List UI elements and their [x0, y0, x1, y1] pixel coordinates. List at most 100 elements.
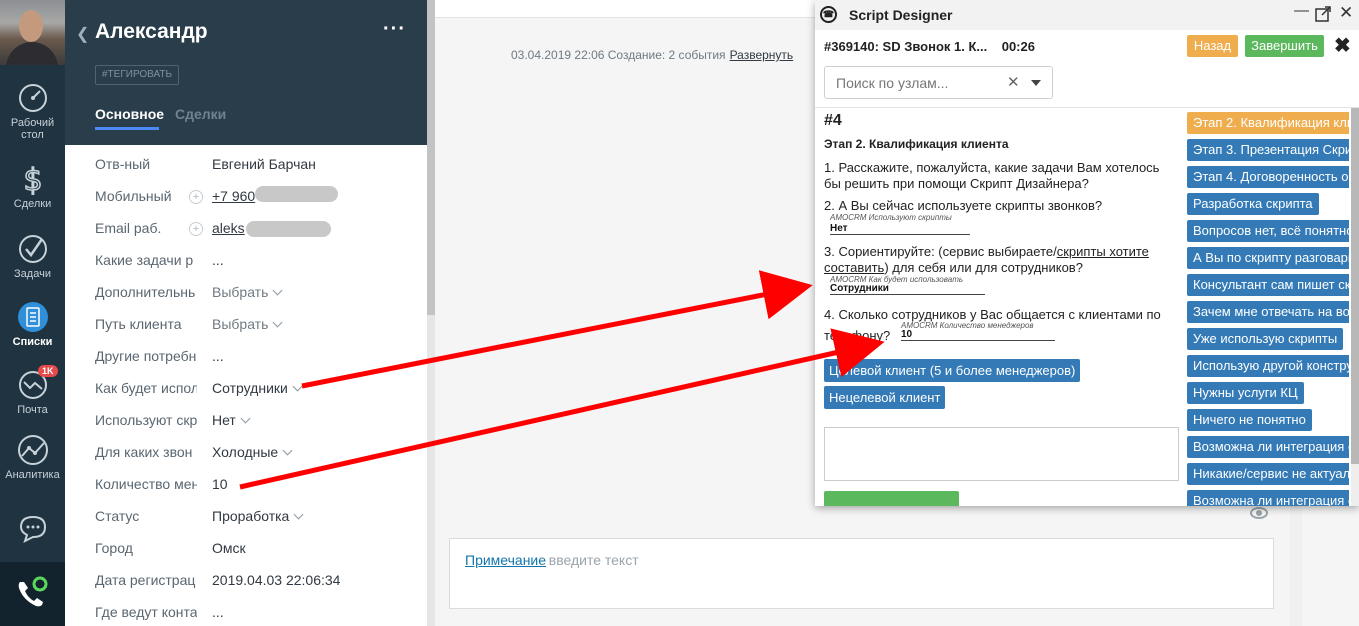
sd-logo-icon: ☎ — [820, 6, 837, 23]
question-3-text-b: ) для себя или для сотрудников? — [884, 260, 1083, 275]
left-nav: Рабочий стол $ Сделки Задачи Списки 1K П… — [0, 0, 65, 626]
eye-icon[interactable] — [1250, 507, 1268, 519]
sd-scrollbar[interactable] — [1351, 108, 1359, 506]
node-list-item[interactable]: Ничего не понятно — [1187, 409, 1312, 431]
field-value-email[interactable]: aleks — [212, 220, 245, 236]
card-scrollbar[interactable] — [427, 0, 435, 626]
finish-button[interactable]: Завершить — [1245, 35, 1324, 57]
sd-comment-textarea[interactable] — [824, 427, 1179, 481]
nav-phone[interactable] — [0, 562, 65, 626]
chat-icon — [19, 515, 46, 543]
back-arrow-icon[interactable]: ❮ — [76, 24, 89, 44]
field-label-additional: Дополнительнь — [95, 284, 196, 300]
field-value-scripts-used-text: Нет — [212, 412, 236, 428]
nav-analytics[interactable]: Аналитика — [0, 434, 65, 481]
field-value-responsible[interactable]: Евгений Барчан — [212, 156, 316, 172]
field-label-mobile: Мобильный — [95, 188, 172, 204]
node-search-input[interactable]: Поиск по узлам... ✕ — [824, 66, 1053, 99]
contact-name[interactable]: Александр — [95, 20, 208, 44]
field-value-city[interactable]: Омск — [212, 540, 246, 556]
note-input[interactable]: Примечание : введите текст — [449, 538, 1274, 609]
field-value-mobile[interactable]: +7 960 — [212, 188, 255, 204]
node-list-item[interactable]: Вопросов нет, всё понятно — [1187, 220, 1349, 242]
user-avatar[interactable] — [0, 0, 65, 65]
node-list-item[interactable]: Уже использую скрипты — [1187, 328, 1344, 350]
sd-call-timer: 00:26 — [1001, 39, 1035, 54]
node-list-item[interactable]: А Вы по скрипту разговариваете? — [1187, 247, 1349, 269]
answer-button-nontarget[interactable]: Нецелевой клиент — [824, 386, 946, 409]
phone-icon — [18, 576, 48, 607]
tag-button[interactable]: #ТЕГИРОВАТЬ — [95, 65, 180, 85]
question-2: 2. А Вы сейчас используете скрипты звонк… — [824, 198, 1103, 213]
field-value-status-text: Проработка — [212, 508, 290, 524]
more-options-icon[interactable]: ··· — [383, 18, 406, 41]
field-value-status[interactable]: Проработка — [212, 508, 304, 524]
node-list-item[interactable]: Зачем мне отвечать на вопросы — [1187, 301, 1349, 323]
add-email-icon[interactable]: + — [189, 222, 203, 236]
field-value-client-path[interactable]: Выбрать — [212, 316, 283, 332]
node-list-item[interactable]: Нужны услуги КЦ — [1187, 382, 1304, 404]
node-list-item[interactable]: Возможна ли интеграция с телефонией — [1187, 490, 1349, 506]
sd-call-info: #369140: SD Звонок 1. К... 00:26 — [824, 39, 1035, 54]
node-list-item[interactable]: Использую другой конструктор — [1187, 355, 1349, 377]
node-list-item[interactable]: Этап 4. Договоренность об оплате — [1187, 166, 1349, 188]
expand-link[interactable]: Развернуть — [730, 48, 794, 62]
feed-scrollbar[interactable] — [1290, 505, 1302, 626]
field-label-call-type: Для каких звон — [95, 444, 193, 460]
tab-deals[interactable]: Сделки — [175, 106, 226, 122]
field-value-reg-date[interactable]: 2019.04.03 22:06:34 — [212, 572, 340, 588]
field-value-tasks[interactable]: ... — [212, 252, 224, 268]
dropdown-caret-icon[interactable] — [1031, 80, 1041, 86]
nav-dashboard-label-2: стол — [21, 129, 44, 141]
add-phone-icon[interactable]: + — [189, 190, 203, 204]
note-type-link[interactable]: Примечание — [465, 552, 546, 568]
field-label-other-needs: Другие потребн — [95, 348, 197, 364]
node-list-item[interactable]: Возможна ли интеграция с CRM — [1187, 436, 1349, 458]
close-script-icon[interactable]: ✖ — [1334, 33, 1351, 58]
nav-lists-label: Списки — [12, 336, 53, 348]
minimize-icon[interactable]: — — [1294, 2, 1309, 19]
answer-button-target[interactable]: Целевой клиент (5 и более менеджеров) — [824, 359, 1081, 382]
sd-title: Script Designer — [849, 7, 953, 23]
tab-main[interactable]: Основное — [95, 106, 164, 122]
nav-lists[interactable]: Списки — [0, 301, 65, 348]
field-value-usage[interactable]: Сотрудники — [212, 380, 303, 396]
chevron-down-icon — [272, 317, 283, 328]
nav-mail[interactable]: 1K Почта — [0, 365, 65, 416]
field-value-contacts-where[interactable]: ... — [212, 604, 224, 620]
field-value-call-type[interactable]: Холодные — [212, 444, 293, 460]
node-list-item[interactable]: Никакие/сервис не актуален — [1187, 463, 1349, 485]
nav-deals[interactable]: $ Сделки — [0, 163, 65, 210]
field-label-usage: Как будет испол — [95, 380, 197, 396]
sd-titlebar[interactable]: ☎ Script Designer — ✕ — [815, 0, 1359, 30]
node-list-item[interactable]: Этап 2. Квалификация клиента — [1187, 112, 1349, 134]
mail-badge: 1K — [38, 365, 58, 377]
nav-dashboard-label: Рабочий — [10, 117, 55, 129]
popout-icon[interactable] — [1315, 6, 1331, 22]
chevron-down-icon — [240, 413, 251, 424]
field-value-client-path-text: Выбрать — [212, 316, 269, 332]
window-close-icon[interactable]: ✕ — [1339, 3, 1353, 23]
dashboard-icon — [18, 84, 47, 112]
nav-dashboard[interactable]: Рабочий стол — [0, 82, 65, 141]
sd-green-button[interactable] — [824, 491, 959, 506]
field-value-additional[interactable]: Выбрать — [212, 284, 283, 300]
tasks-check-icon — [18, 235, 47, 263]
clear-search-icon[interactable]: ✕ — [1007, 73, 1020, 91]
nav-chat[interactable] — [0, 512, 65, 547]
node-search-placeholder: Поиск по узлам... — [836, 75, 949, 91]
crm-field-value[interactable]: 10 — [901, 329, 1055, 341]
nav-tasks-label: Задачи — [14, 268, 51, 280]
back-button[interactable]: Назад — [1187, 35, 1238, 57]
nav-tasks[interactable]: Задачи — [0, 233, 65, 280]
field-value-scripts-used[interactable]: Нет — [212, 412, 251, 428]
node-list-item[interactable]: Консультант сам пишет скрипты — [1187, 274, 1349, 296]
node-list-item[interactable]: Этап 3. Презентация Скрипт Дизайнера — [1187, 139, 1349, 161]
node-list-item[interactable]: Разработка скрипта — [1187, 193, 1319, 215]
crm-field-value[interactable]: Нет — [830, 223, 970, 235]
field-label-contacts-where: Где ведут конта — [95, 604, 197, 620]
field-value-other-needs[interactable]: ... — [212, 348, 224, 364]
crm-field-value[interactable]: Сотрудники — [830, 283, 985, 295]
field-value-managers-count[interactable]: 10 — [212, 476, 228, 492]
field-label-client-path: Путь клиента — [95, 316, 182, 332]
